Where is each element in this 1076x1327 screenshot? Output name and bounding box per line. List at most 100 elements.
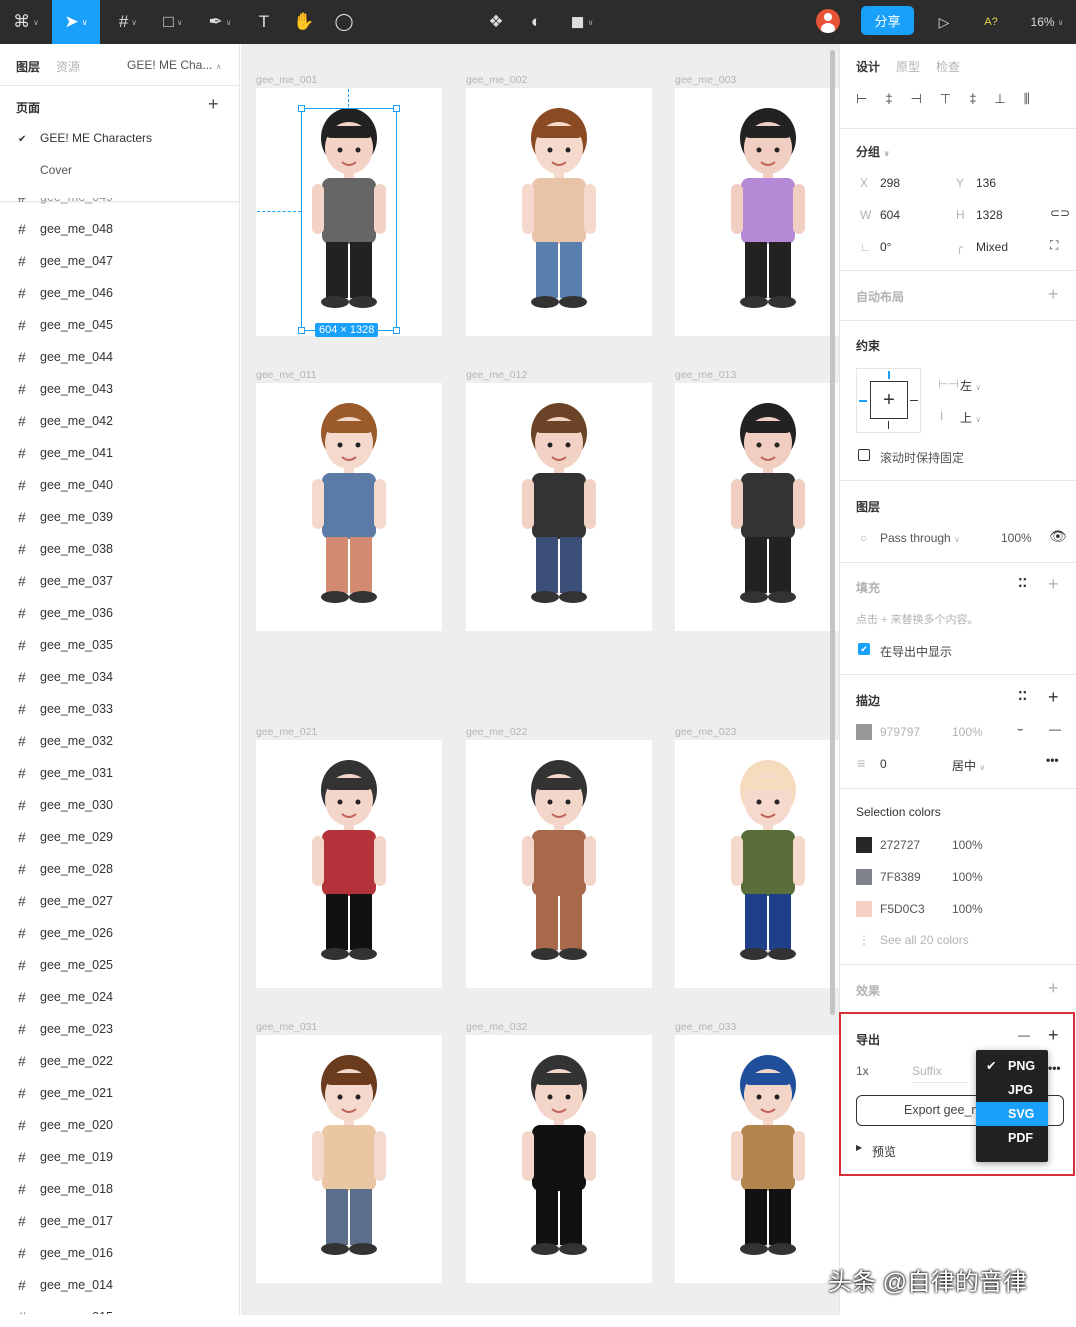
character-frame[interactable] [466,383,652,631]
stroke-width-input[interactable]: 0 [880,757,887,771]
add-fill-icon[interactable]: + [1048,574,1059,595]
y-input[interactable]: 136 [976,176,996,190]
frame-label[interactable]: gee_me_032 [466,1021,527,1033]
boolean-icon[interactable]: ◼ ∨ [562,0,602,44]
text-icon[interactable]: T [250,0,278,44]
frame-label[interactable]: gee_me_011 [256,369,317,381]
vertical-constraint-select[interactable]: 上 ∨ [960,409,981,426]
frame-label[interactable]: gee_me_002 [466,74,527,86]
layer-item[interactable]: # gee_me_037 [18,571,113,591]
character-frame[interactable] [256,383,442,631]
frame-label[interactable]: gee_me_001 [256,74,317,86]
frame-label[interactable]: gee_me_013 [675,369,736,381]
remove-stroke-icon[interactable]: — [1049,722,1061,736]
resize-handle[interactable] [393,105,400,112]
layer-item[interactable]: # gee_me_044 [18,347,113,367]
layer-item[interactable]: # gee_me_033 [18,699,113,719]
move-tool-button[interactable]: ➤ ∨ [52,0,100,44]
layer-item[interactable]: # gee_me_042 [18,411,113,431]
layer-item[interactable]: # gee_me_029 [18,827,113,847]
layer-item[interactable]: # gee_me_019 [18,1147,113,1167]
layer-item[interactable]: # gee_me_026 [18,923,113,943]
frame-label[interactable]: gee_me_021 [256,726,317,738]
show-in-export-checkbox[interactable]: ✔ [858,643,870,655]
fix-scroll-checkbox[interactable] [858,449,870,461]
character-frame[interactable] [675,88,839,336]
horizontal-constraint-select[interactable]: 左 ∨ [960,377,981,394]
add-page-icon[interactable]: + [208,94,219,115]
resize-handle[interactable] [393,327,400,334]
layer-item[interactable]: # gee_me_040 [18,475,113,495]
selection-color-hex[interactable]: 272727 [880,838,920,852]
character-frame[interactable] [675,1035,839,1283]
selection-color-swatch[interactable] [856,869,872,885]
frame-icon[interactable]: # ∨ [110,0,146,44]
page-item-cover[interactable]: Cover [40,163,72,177]
layer-item[interactable]: # gee_me_034 [18,667,113,687]
stroke-opacity[interactable]: 100% [952,725,983,739]
format-option-pdf[interactable]: PDF [976,1126,1048,1150]
hand-icon[interactable]: ✋ [290,0,318,44]
layer-item[interactable]: # gee_me_022 [18,1051,113,1071]
character-frame[interactable] [256,1035,442,1283]
add-stroke-icon[interactable]: + [1048,687,1059,708]
layer-opacity-input[interactable]: 100% [1001,531,1032,545]
layer-item[interactable]: # gee_me_024 [18,987,113,1007]
hide-stroke-icon[interactable]: ⌣ [1017,724,1024,735]
layer-item[interactable]: # gee_me_041 [18,443,113,463]
character-frame[interactable] [675,383,839,631]
selection-color-opacity[interactable]: 100% [952,902,983,916]
tab-design[interactable]: 设计 [856,58,880,75]
layer-item[interactable]: # gee_me_021 [18,1083,113,1103]
tab-inspect[interactable]: 检查 [936,58,960,75]
layer-item[interactable]: # gee_me_047 [18,251,113,271]
stroke-color-swatch[interactable] [856,724,872,740]
layer-item[interactable]: # gee_me_031 [18,763,113,783]
eye-icon[interactable]: 👁 [1049,528,1067,545]
stroke-align-select[interactable]: 居中 ∨ [952,757,985,774]
align-toolbar[interactable]: ⊢‡⊣⊤‡⊥⫼ [856,91,1048,107]
canvas[interactable]: gee_me_001 gee_me_002 gee_me_003 gee_me_… [241,44,839,1315]
tab-prototype[interactable]: 原型 [896,58,920,75]
figma-menu-icon[interactable]: ⌘ ∨ [8,0,44,44]
layer-item[interactable]: # gee_me_020 [18,1115,113,1135]
tab-assets[interactable]: 资源 [56,58,80,75]
tab-layers[interactable]: 图层 [16,58,40,75]
selection-color-opacity[interactable]: 100% [952,870,983,884]
stroke-style-grid-icon[interactable]: ⁚⁚ [1018,689,1027,703]
canvas-scrollbar[interactable] [830,50,835,1015]
radius-input[interactable]: Mixed [976,240,1008,254]
layer-item[interactable]: # gee_me_028 [18,859,113,879]
format-option-svg[interactable]: SVG [976,1102,1048,1126]
selection-color-swatch[interactable] [856,901,872,917]
layer-item[interactable]: # gee_me_048 [18,219,113,239]
character-frame[interactable] [466,740,652,988]
character-frame[interactable] [256,740,442,988]
layer-item[interactable]: # gee_me_038 [18,539,113,559]
blend-mode-select[interactable]: Pass through ∨ [880,531,960,545]
layer-item[interactable]: # gee_me_014 [18,1275,113,1295]
style-grid-icon[interactable]: ⁚⁚ [1018,576,1027,590]
layer-item[interactable]: # gee_me_027 [18,891,113,911]
layer-item[interactable]: # gee_me_043 [18,379,113,399]
format-option-png[interactable]: ✔ PNG [976,1054,1048,1078]
frame-label[interactable]: gee_me_003 [675,74,736,86]
rectangle-icon[interactable]: □ ∨ [155,0,191,44]
avatar[interactable] [816,9,840,33]
frame-label[interactable]: gee_me_022 [466,726,527,738]
layer-item[interactable]: # gee_me_032 [18,731,113,751]
mask-icon[interactable]: ◐ [522,0,550,44]
resize-handle[interactable] [298,327,305,334]
selection-box[interactable] [298,105,400,334]
selection-color-opacity[interactable]: 100% [952,838,983,852]
layer-item[interactable]: # gee_me_023 [18,1019,113,1039]
pen-icon[interactable]: ✒ ∨ [200,0,240,44]
component-icon[interactable]: ❖ [482,0,510,44]
frame-label[interactable]: gee_me_033 [675,1021,736,1033]
missing-fonts-indicator[interactable]: A? [976,0,1006,44]
page-item-active[interactable]: ✔ GEE! ME Characters [18,131,152,145]
resize-handle[interactable] [298,105,305,112]
frame-label[interactable]: gee_me_023 [675,726,736,738]
layer-item[interactable]: # gee_me_017 [18,1211,113,1231]
page-selector[interactable]: GEE! ME Cha... ∧ [127,58,222,72]
